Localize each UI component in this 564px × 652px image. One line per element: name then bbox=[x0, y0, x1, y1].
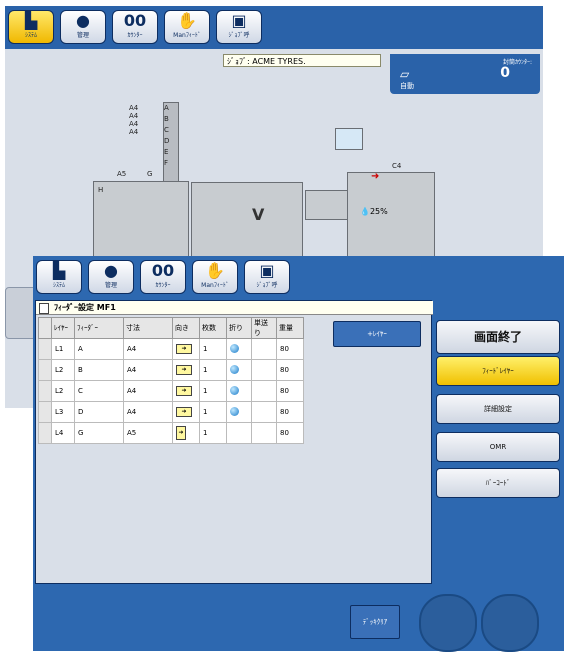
feeder-settings-window: ▙ ｼｽﾃﾑ ● 管理 00 ｶｳﾝﾀｰ ✋ Manﾌｨｰﾄﾞ ▣ ｼﾞｮﾌﾞ呼… bbox=[33, 256, 564, 652]
background-side-tab bbox=[5, 287, 35, 339]
table-row[interactable]: L4 G A5 ➜ 1 80 bbox=[38, 422, 304, 444]
inserter-unit: 💧25% bbox=[347, 172, 435, 264]
system-button[interactable]: ▙ ｼｽﾃﾑ bbox=[8, 10, 54, 44]
fold-icon: V bbox=[252, 205, 265, 224]
admin-button-2[interactable]: ● 管理 bbox=[88, 260, 134, 294]
col-orientation: 向き bbox=[172, 317, 200, 339]
row-select-header bbox=[38, 317, 52, 339]
counter-icon: 00 bbox=[123, 11, 147, 30]
tray-letter-h: H bbox=[98, 186, 104, 194]
landscape-orientation-icon: ➜ bbox=[176, 365, 192, 375]
manual-feed-button[interactable]: ✋ Manﾌｨｰﾄﾞ bbox=[164, 10, 210, 44]
user-icon: ● bbox=[76, 11, 90, 30]
tray-letter-g: G bbox=[147, 170, 153, 178]
envelope-counter: 封筒ｶｳﾝﾀｰ: 0 ▱ 自動 bbox=[390, 54, 540, 94]
table-row[interactable]: L3 D A4 ➜ 1 80 bbox=[38, 401, 304, 423]
document-icon bbox=[39, 303, 49, 314]
hand-icon: ✋ bbox=[177, 11, 197, 30]
detail-settings-button[interactable]: 詳細設定 bbox=[436, 394, 560, 424]
top-toolbar: ▙ ｼｽﾃﾑ ● 管理 00 ｶｳﾝﾀｰ ✋ Manﾌｨｰﾄﾞ ▣ ｼﾞｮﾌﾞ呼 bbox=[5, 6, 543, 49]
envelope-size: C4 bbox=[392, 162, 402, 170]
system-icon: ▙ bbox=[24, 11, 38, 30]
table-row[interactable]: L2 C A4 ➜ 1 80 bbox=[38, 380, 304, 402]
counter-button-2[interactable]: 00 ｶｳﾝﾀｰ bbox=[140, 260, 186, 294]
barcode-button[interactable]: ﾊﾞｰｺｰﾄﾞ bbox=[436, 468, 560, 498]
col-fold: 折り bbox=[226, 317, 252, 339]
feed-layer-button[interactable]: ﾌｨｰﾄﾞﾚｲﾔｰ bbox=[436, 356, 560, 386]
window-toolbar: ▙ ｼｽﾃﾑ ● 管理 00 ｶｳﾝﾀｰ ✋ Manﾌｨｰﾄﾞ ▣ ｼﾞｮﾌﾞ呼 bbox=[33, 256, 564, 294]
manual-feed-button-2[interactable]: ✋ Manﾌｨｰﾄﾞ bbox=[192, 260, 238, 294]
portrait-orientation-icon: ➜ bbox=[176, 426, 186, 440]
insert-track bbox=[305, 190, 349, 220]
monitor-icon bbox=[335, 128, 363, 150]
counter-value: 0 bbox=[500, 65, 510, 81]
job-name-bar: ｼﾞｮﾌﾞ: ACME TYRES. bbox=[223, 54, 381, 67]
landscape-orientation-icon: ➜ bbox=[176, 407, 192, 417]
round-button-left[interactable] bbox=[419, 594, 477, 652]
system-icon: ▙ bbox=[52, 261, 66, 280]
auto-mode-icon: ▱ bbox=[400, 67, 410, 81]
system-button-2[interactable]: ▙ ｼｽﾃﾑ bbox=[36, 260, 82, 294]
col-layer: ﾚｲﾔｰ bbox=[51, 317, 75, 339]
exit-arrow-icon: ➜ bbox=[371, 171, 380, 182]
counter-icon: 00 bbox=[151, 261, 175, 280]
tray-b-size: A4 bbox=[129, 112, 139, 120]
ink-drop-icon: 💧 bbox=[360, 207, 370, 216]
folder-unit: V bbox=[191, 182, 303, 264]
tray-a-size: A4 bbox=[129, 104, 139, 112]
feeder-settings-panel: ﾌｨｰﾀﾞｰ設定 MF1 ﾚｲﾔｰ ﾌｨｰﾀﾞｰ 寸法 向き 枚数 折り 単送り… bbox=[35, 300, 433, 584]
tray-letter-a: A bbox=[164, 104, 169, 112]
tray-d-size: A4 bbox=[129, 128, 139, 136]
fold-on-icon bbox=[230, 364, 239, 374]
fold-on-icon bbox=[230, 343, 239, 353]
col-feeder: ﾌｨｰﾀﾞｰ bbox=[74, 317, 124, 339]
job-icon: ▣ bbox=[231, 11, 247, 30]
user-icon: ● bbox=[104, 261, 118, 280]
hand-icon: ✋ bbox=[205, 261, 225, 280]
tray-letter-e: E bbox=[164, 148, 169, 156]
auto-mode-label: 自動 bbox=[400, 82, 414, 90]
tray-letter-c: C bbox=[164, 126, 169, 134]
exit-screen-button[interactable]: 画面終了 bbox=[436, 320, 560, 354]
admin-button[interactable]: ● 管理 bbox=[60, 10, 106, 44]
table-row[interactable]: L1 A A4 ➜ 1 80 bbox=[38, 338, 304, 360]
feeder-table: ﾚｲﾔｰ ﾌｨｰﾀﾞｰ 寸法 向き 枚数 折り 単送り 重量 L1 A A4 ➜ bbox=[38, 317, 304, 444]
tray-letter-b: B bbox=[164, 115, 169, 123]
landscape-orientation-icon: ➜ bbox=[176, 386, 192, 396]
col-size: 寸法 bbox=[123, 317, 173, 339]
col-single-feed: 単送り bbox=[251, 317, 277, 339]
add-layer-button[interactable]: +ﾚｲﾔｰ bbox=[333, 321, 421, 347]
tray-letter-f: F bbox=[164, 159, 169, 167]
tray-letter-d: D bbox=[164, 137, 170, 145]
landscape-orientation-icon: ➜ bbox=[176, 344, 192, 354]
job-button-2[interactable]: ▣ ｼﾞｮﾌﾞ呼 bbox=[244, 260, 290, 294]
job-icon: ▣ bbox=[259, 261, 275, 280]
desk-clear-button[interactable]: ﾃﾞｯｷｸﾘｱ bbox=[350, 605, 400, 639]
ink-level: 💧25% bbox=[360, 207, 388, 216]
counter-button[interactable]: 00 ｶｳﾝﾀｰ bbox=[112, 10, 158, 44]
col-count: 枚数 bbox=[199, 317, 227, 339]
omr-button[interactable]: OMR bbox=[436, 432, 560, 462]
job-button[interactable]: ▣ ｼﾞｮﾌﾞ呼 bbox=[216, 10, 262, 44]
round-button-right[interactable] bbox=[481, 594, 539, 652]
panel-title: ﾌｨｰﾀﾞｰ設定 MF1 bbox=[36, 301, 433, 315]
table-row[interactable]: L2 B A4 ➜ 1 80 bbox=[38, 359, 304, 381]
fold-on-icon bbox=[230, 406, 239, 416]
tray-c-size: A4 bbox=[129, 120, 139, 128]
col-weight: 重量 bbox=[276, 317, 304, 339]
tray-g-size: A5 bbox=[117, 170, 127, 178]
fold-on-icon bbox=[230, 385, 239, 395]
